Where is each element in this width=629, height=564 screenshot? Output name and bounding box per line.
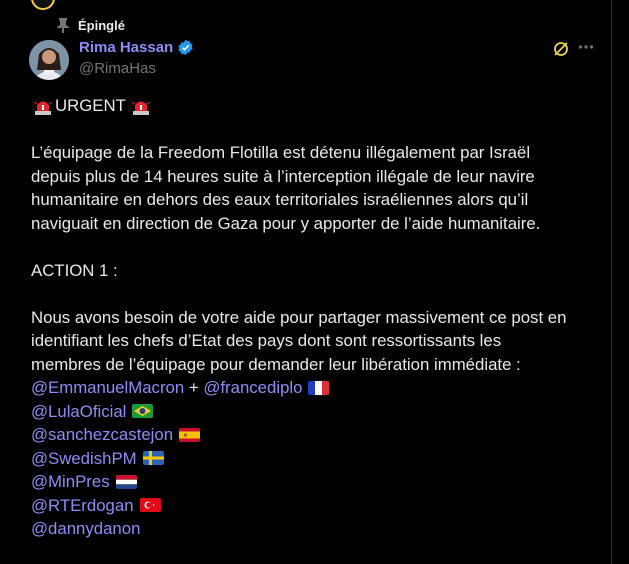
mention-link[interactable]: @RTErdogan — [31, 494, 134, 518]
mention-link[interactable]: @sanchezcastejon — [31, 423, 173, 447]
mention-row: @EmmanuelMacron + @francediplo — [31, 376, 601, 400]
mention-row: @RTErdogan — [31, 494, 601, 518]
turkey-flag-icon — [139, 498, 161, 513]
paragraph-line: membres de l’équipage pour demander leur… — [31, 354, 521, 374]
mention-link[interactable]: @MinPres — [31, 470, 110, 494]
mention-row: @LulaOficial — [31, 400, 601, 424]
mention-link[interactable]: @SwedishPM — [31, 447, 137, 471]
paragraph-line: identifiant les chefs d’Etat des pays do… — [31, 331, 502, 350]
mention-row: @SwedishPM — [31, 447, 601, 471]
post-title: URGENT — [55, 96, 126, 115]
paragraph-line: L’équipage de la Freedom Flotilla est dé… — [31, 143, 531, 162]
post-card[interactable]: Épinglé Rima Hassan @RimaHas URGENT L’éq… — [0, 0, 612, 564]
netherlands-flag-icon — [115, 474, 137, 489]
sweden-flag-icon — [142, 451, 164, 466]
post-title-line: URGENT — [31, 94, 601, 118]
mention-row: @dannydanon — [31, 517, 601, 541]
spain-flag-icon — [179, 427, 201, 442]
paragraph-line: naviguait en direction de Gaza pour y ap… — [31, 213, 541, 233]
mention-link[interactable]: @francediplo — [203, 376, 302, 400]
pin-icon — [56, 17, 70, 33]
siren-emoji-icon — [33, 96, 53, 116]
paragraph-line: Nous avons besoin de votre aide pour par… — [31, 307, 567, 327]
author-handle[interactable]: @RimaHas — [79, 60, 156, 77]
france-flag-icon — [308, 380, 330, 395]
action-heading: ACTION 1 : — [31, 260, 118, 280]
grok-icon[interactable] — [552, 40, 570, 58]
paragraph-line: depuis plus de 14 heures suite à l’inter… — [31, 166, 535, 186]
verified-badge-icon — [177, 39, 194, 56]
avatar[interactable] — [29, 40, 69, 80]
mention-row: @sanchezcastejon — [31, 423, 601, 447]
post-text: URGENT L’équipage de la Freedom Flotilla… — [31, 94, 601, 541]
mention-row: @MinPres — [31, 470, 601, 494]
previous-avatar — [31, 0, 55, 10]
pinned-label: Épinglé — [78, 17, 125, 33]
plus-separator: + — [184, 378, 204, 397]
siren-emoji-icon — [131, 96, 151, 116]
mention-link[interactable]: @LulaOficial — [31, 400, 126, 424]
brazil-flag-icon — [132, 404, 154, 419]
paragraph-line: humanitaire en dehors des eaux territori… — [31, 190, 529, 209]
author-name-row[interactable]: Rima Hassan — [79, 39, 194, 56]
mention-link[interactable]: @dannydanon — [31, 517, 140, 541]
pinned-indicator: Épinglé — [56, 17, 125, 33]
more-options-icon[interactable] — [578, 38, 594, 56]
mention-link[interactable]: @EmmanuelMacron — [31, 376, 184, 400]
author-display-name[interactable]: Rima Hassan — [79, 39, 173, 56]
